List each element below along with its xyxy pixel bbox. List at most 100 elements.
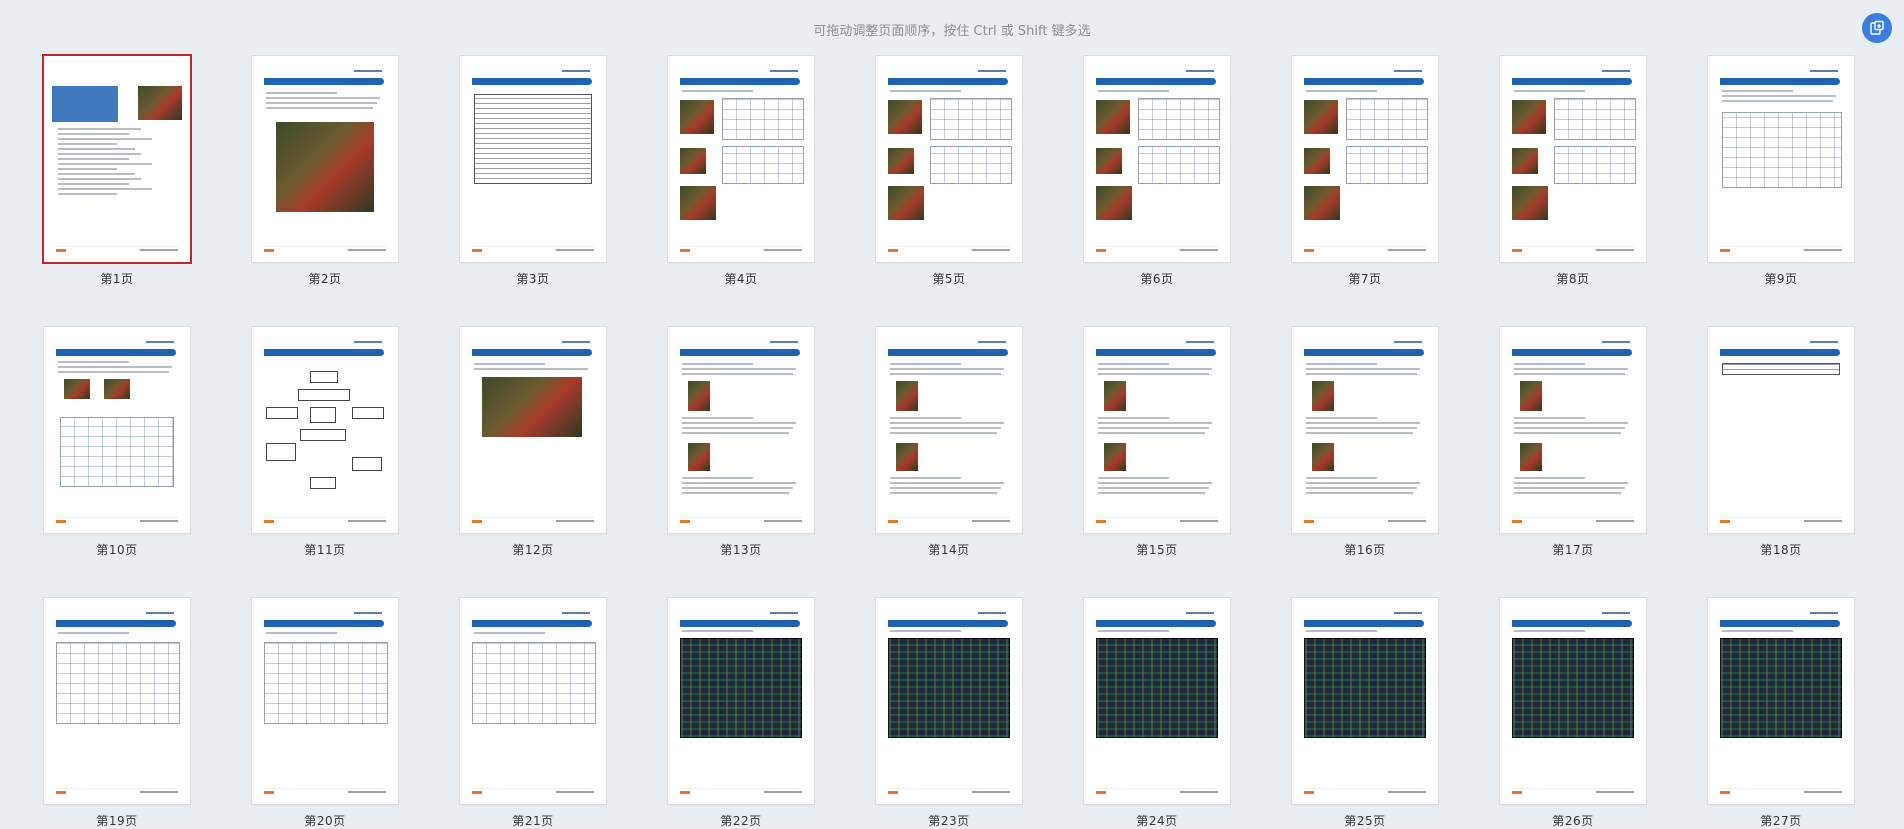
section-title-bar [264, 349, 384, 356]
page-footer [1304, 517, 1426, 523]
page-preview[interactable] [1292, 327, 1438, 533]
page-thumbnail[interactable]: 第25页 [1292, 598, 1438, 829]
page-footer [1512, 246, 1634, 252]
board-photo [1512, 186, 1548, 220]
page-thumbnail[interactable]: 第5页 [876, 56, 1022, 287]
page-footer [264, 517, 386, 523]
board-photo [1304, 148, 1330, 174]
page-preview[interactable] [1500, 56, 1646, 262]
page-preview[interactable] [460, 598, 606, 804]
export-button[interactable] [1862, 13, 1892, 43]
page-preview[interactable] [668, 598, 814, 804]
page-preview[interactable] [668, 56, 814, 262]
section-title-bar [264, 620, 384, 627]
page-preview[interactable] [876, 598, 1022, 804]
schematic-drawing [1138, 98, 1220, 140]
page-thumbnail[interactable]: 第9页 [1708, 56, 1854, 287]
flow-box [298, 389, 350, 401]
text-lines [890, 90, 1008, 95]
page-header-tag [1186, 612, 1214, 614]
page-preview[interactable] [1292, 598, 1438, 804]
flow-box [266, 407, 298, 419]
flow-box [310, 407, 336, 423]
page-thumbnail[interactable]: 第11页 [252, 327, 398, 558]
page-preview[interactable] [1084, 56, 1230, 262]
page-thumbnail[interactable]: 第3页 [460, 56, 606, 287]
board-photo [888, 148, 914, 174]
export-icon [1870, 20, 1884, 35]
page-footer [680, 246, 802, 252]
page-preview[interactable] [44, 327, 190, 533]
board-photo [104, 379, 130, 399]
page-thumbnail[interactable]: 第18页 [1708, 327, 1854, 558]
page-preview[interactable] [1500, 598, 1646, 804]
page-thumbnail[interactable]: 第20页 [252, 598, 398, 829]
pcb-layout [1720, 638, 1842, 738]
page-preview[interactable] [668, 327, 814, 533]
page-thumbnail[interactable]: 第6页 [1084, 56, 1230, 287]
page-preview[interactable] [44, 598, 190, 804]
page-thumbnail[interactable]: 第23页 [876, 598, 1022, 829]
flow-box [352, 457, 382, 471]
page-preview[interactable] [1500, 327, 1646, 533]
text-lines [682, 363, 800, 378]
page-preview[interactable] [1084, 598, 1230, 804]
page-thumbnail[interactable]: 第15页 [1084, 327, 1230, 558]
text-lines [1514, 417, 1632, 437]
page-number-label: 第7页 [1348, 272, 1382, 286]
page-footer [1512, 788, 1634, 794]
text-lines [1306, 630, 1424, 635]
section-title-bar [472, 78, 592, 85]
page-thumbnail[interactable]: 第24页 [1084, 598, 1230, 829]
page-footer [680, 788, 802, 794]
page-footer [1096, 788, 1218, 794]
page-number-label: 第15页 [1136, 543, 1178, 557]
page-thumbnail[interactable]: 第12页 [460, 327, 606, 558]
page-preview[interactable] [1708, 327, 1854, 533]
page-thumbnail[interactable]: 第10页 [44, 327, 190, 558]
page-header-tag [146, 341, 174, 343]
page-thumbnail[interactable]: 第21页 [460, 598, 606, 829]
page-footer [1720, 517, 1842, 523]
page-preview[interactable] [460, 327, 606, 533]
page-preview[interactable] [876, 56, 1022, 262]
board-photo [1520, 443, 1542, 471]
page-thumbnail[interactable]: 第19页 [44, 598, 190, 829]
page-preview[interactable] [252, 598, 398, 804]
page-thumbnail[interactable]: 第14页 [876, 327, 1022, 558]
pcb-layout [680, 638, 802, 738]
page-thumbnail[interactable]: 第17页 [1500, 327, 1646, 558]
page-header-tag [978, 612, 1006, 614]
page-thumbnail[interactable]: 第1页 [44, 56, 190, 287]
page-thumbnail[interactable]: 第22页 [668, 598, 814, 829]
page-preview[interactable] [1292, 56, 1438, 262]
flow-box [300, 429, 346, 441]
schematic-drawing [930, 98, 1012, 140]
page-header-tag [1394, 341, 1422, 343]
page-preview[interactable] [44, 56, 190, 262]
page-thumbnail[interactable]: 第26页 [1500, 598, 1646, 829]
section-title-bar [1512, 78, 1632, 85]
page-number-label: 第19页 [96, 814, 138, 828]
board-photo [680, 148, 706, 174]
page-thumbnail[interactable]: 第13页 [668, 327, 814, 558]
page-preview[interactable] [252, 327, 398, 533]
page-header-tag [1810, 341, 1838, 343]
section-title-bar [1096, 349, 1216, 356]
page-preview[interactable] [1708, 598, 1854, 804]
section-title-bar [472, 620, 592, 627]
page-preview[interactable] [1084, 327, 1230, 533]
page-thumbnail[interactable]: 第2页 [252, 56, 398, 287]
board-photo [1304, 100, 1338, 134]
page-preview[interactable] [460, 56, 606, 262]
page-preview[interactable] [1708, 56, 1854, 262]
page-thumbnail[interactable]: 第16页 [1292, 327, 1438, 558]
page-thumbnail[interactable]: 第27页 [1708, 598, 1854, 829]
page-thumbnail[interactable]: 第7页 [1292, 56, 1438, 287]
page-preview[interactable] [252, 56, 398, 262]
page-thumbnail[interactable]: 第8页 [1500, 56, 1646, 287]
section-title-bar [1304, 620, 1424, 627]
section-title-bar [1096, 78, 1216, 85]
page-thumbnail[interactable]: 第4页 [668, 56, 814, 287]
page-preview[interactable] [876, 327, 1022, 533]
